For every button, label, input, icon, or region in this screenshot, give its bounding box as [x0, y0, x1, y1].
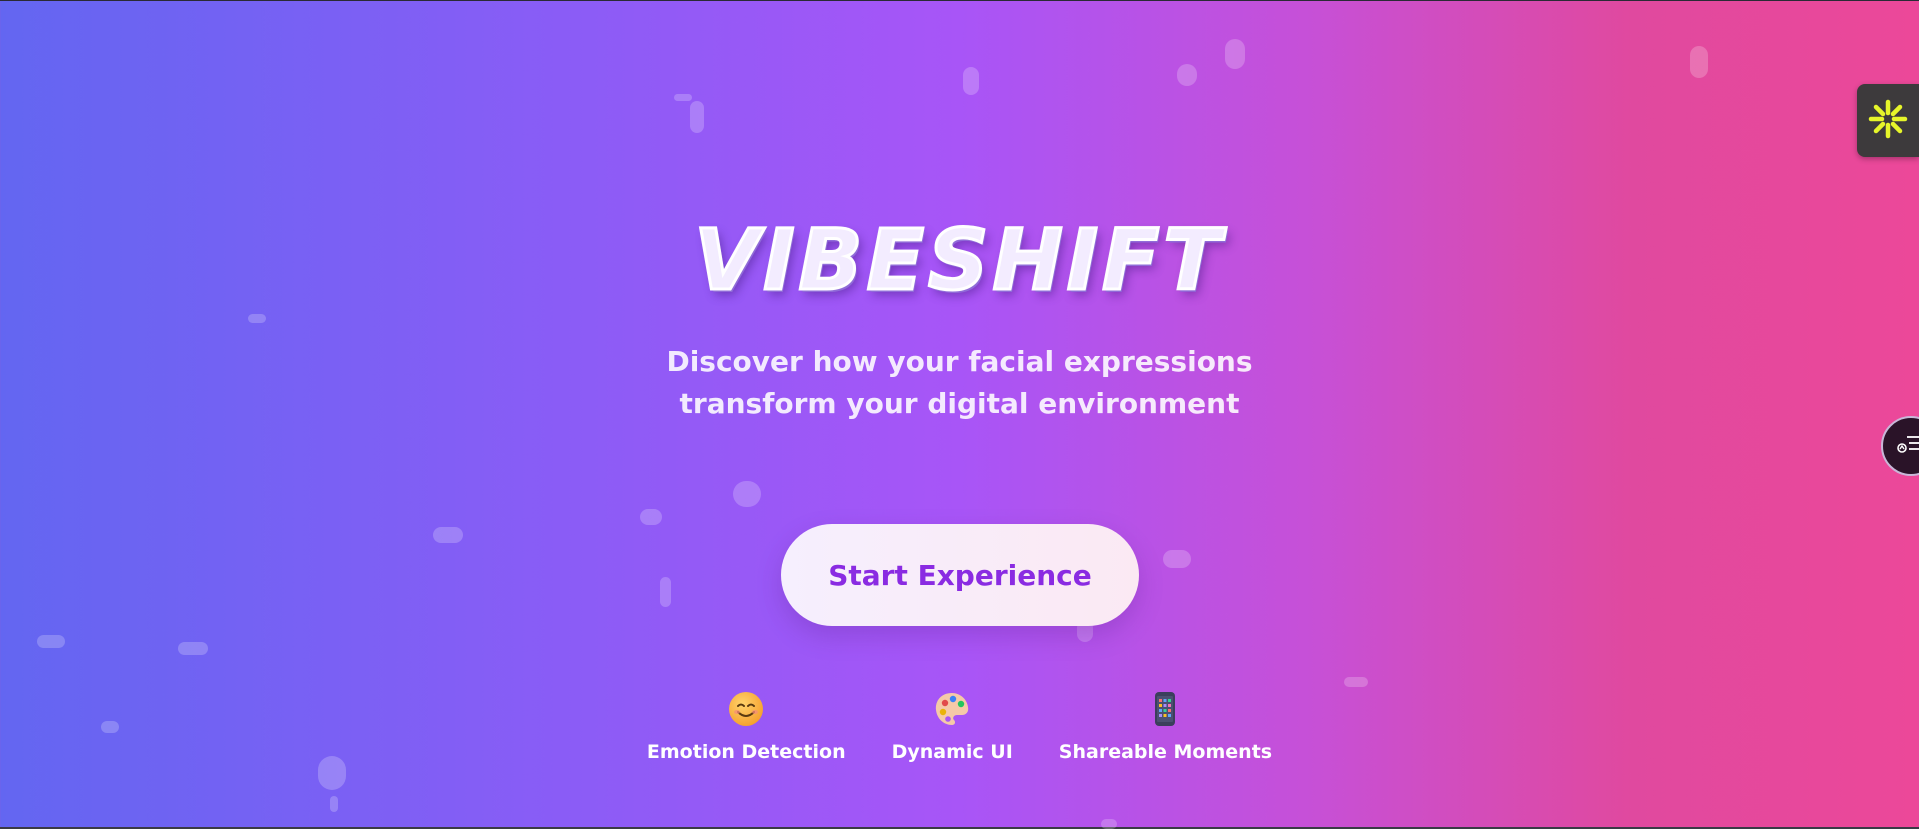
- feature-label: Dynamic UI: [891, 741, 1013, 763]
- start-experience-button[interactable]: Start Experience: [781, 524, 1139, 626]
- hero-subtitle: Discover how your facial expressions tra…: [0, 341, 1919, 425]
- feature-list: Emotion Detection Dynamic UI Shareable M…: [0, 689, 1919, 763]
- palette-icon: [932, 689, 972, 729]
- feature-emotion-detection: Emotion Detection: [647, 689, 846, 763]
- subtitle-line-2: transform your digital environment: [679, 387, 1240, 420]
- floating-assistant-widget[interactable]: [1857, 84, 1919, 157]
- sparkle-icon: [1868, 99, 1908, 143]
- feature-label: Shareable Moments: [1058, 741, 1273, 763]
- feature-label: Emotion Detection: [646, 741, 846, 763]
- subtitle-line-1: Discover how your facial expressions: [666, 345, 1253, 378]
- smiling-face-icon: [726, 689, 766, 729]
- feature-dynamic-ui: Dynamic UI: [892, 689, 1013, 763]
- app-title: VIBESHIFT: [693, 210, 1225, 311]
- menu-list-icon: [1897, 433, 1919, 459]
- feature-shareable-moments: Shareable Moments: [1059, 689, 1272, 763]
- phone-grid-icon: [1145, 689, 1185, 729]
- hero-section: VIBESHIFT Discover how your facial expre…: [0, 1, 1919, 829]
